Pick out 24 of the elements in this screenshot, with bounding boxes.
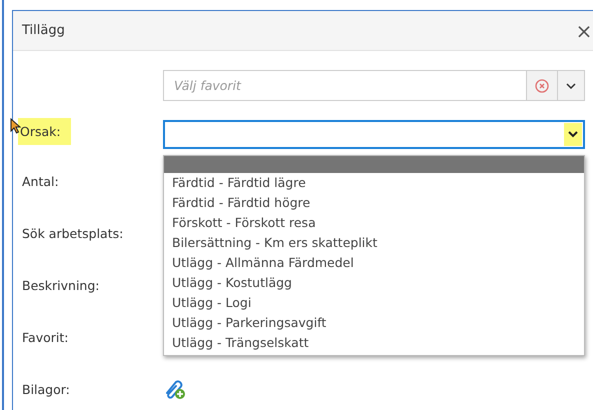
favorite-field[interactable]: Välj favorit xyxy=(163,70,527,101)
clear-button[interactable] xyxy=(527,70,558,101)
close-button[interactable]: × xyxy=(574,20,593,40)
dropdown-option[interactable]: Färdtid - Färdtid lägre xyxy=(164,173,584,193)
dropdown-option[interactable]: Utlägg - Trängselskatt xyxy=(164,333,584,353)
dropdown-option[interactable]: Utlägg - Allmänna Färdmedel xyxy=(164,253,584,273)
field-label: Favorit: xyxy=(22,329,68,347)
dialog-title: Tillägg xyxy=(22,23,65,38)
field-label: Sök arbetsplats: xyxy=(22,225,124,243)
field-label: Antal: xyxy=(22,173,59,191)
chevron-down-icon xyxy=(566,82,576,88)
dropdown-option[interactable]: Färdtid - Färdtid högre xyxy=(164,193,584,213)
dropdown-option[interactable]: Utlägg - Logi xyxy=(164,293,584,313)
dropdown-option[interactable]: Utlägg - Parkeringsavgift xyxy=(164,313,584,333)
field-label: Bilagor: xyxy=(22,381,70,399)
field-label: Orsak: xyxy=(18,118,71,145)
dropdown-option[interactable]: Utlägg - Kostutlägg xyxy=(164,273,584,293)
dropdown-button[interactable] xyxy=(558,70,585,101)
dropdown-option[interactable]: Förskott - Förskott resa xyxy=(164,213,584,233)
dropdown-option[interactable]: Bilersättning - Km ers skatteplikt xyxy=(164,233,584,253)
clear-icon xyxy=(535,78,549,92)
cursor-icon xyxy=(10,118,21,134)
field-label: Beskrivning: xyxy=(22,277,100,295)
paperclip-add-icon[interactable] xyxy=(163,378,187,400)
